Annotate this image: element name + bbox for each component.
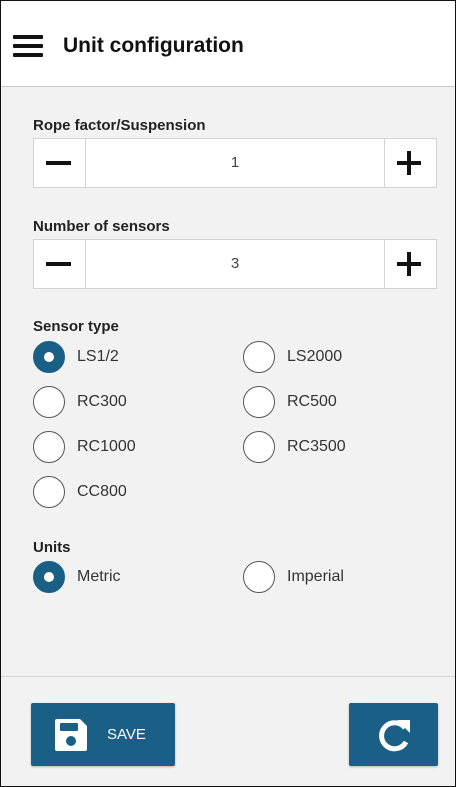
num-sensors-increment-button[interactable] (384, 240, 436, 288)
refresh-button[interactable] (349, 703, 438, 766)
num-sensors-stepper: 3 (33, 239, 437, 289)
radio-label: Imperial (287, 568, 344, 585)
rope-factor-value[interactable]: 1 (86, 139, 384, 187)
units-label: Units (33, 539, 71, 556)
radio-circle (33, 386, 65, 418)
app-header: Unit configuration (1, 1, 455, 87)
page-title: Unit configuration (63, 34, 244, 57)
radio-circle (243, 561, 275, 593)
refresh-icon (379, 720, 410, 752)
rope-factor-stepper: 1 (33, 138, 437, 188)
radio-label: CC800 (77, 483, 127, 500)
save-button-label: SAVE (107, 726, 146, 743)
radio-circle (33, 561, 65, 593)
radio-label: RC500 (287, 393, 337, 410)
rope-factor-increment-button[interactable] (384, 139, 436, 187)
num-sensors-decrement-button[interactable] (34, 240, 86, 288)
radio-circle (243, 386, 275, 418)
radio-label: LS2000 (287, 348, 343, 365)
rope-factor-label: Rope factor/Suspension (33, 117, 206, 134)
footer-divider (1, 676, 455, 677)
radio-circle (243, 341, 275, 373)
radio-label: RC3500 (287, 438, 346, 455)
minus-icon (46, 262, 71, 266)
radio-label: Metric (77, 568, 121, 585)
radio-label: RC1000 (77, 438, 136, 455)
save-button[interactable]: SAVE (31, 703, 175, 766)
radio-circle (33, 341, 65, 373)
radio-label: LS1/2 (77, 348, 119, 365)
radio-circle (33, 476, 65, 508)
rope-factor-decrement-button[interactable] (34, 139, 86, 187)
radio-circle (243, 431, 275, 463)
floppy-disk-icon (55, 719, 87, 751)
num-sensors-value[interactable]: 3 (86, 240, 384, 288)
sensor-type-label: Sensor type (33, 318, 119, 335)
radio-label: RC300 (77, 393, 127, 410)
radio-circle (33, 431, 65, 463)
num-sensors-label: Number of sensors (33, 218, 170, 235)
minus-icon (46, 161, 71, 165)
hamburger-menu-icon[interactable] (13, 35, 43, 57)
